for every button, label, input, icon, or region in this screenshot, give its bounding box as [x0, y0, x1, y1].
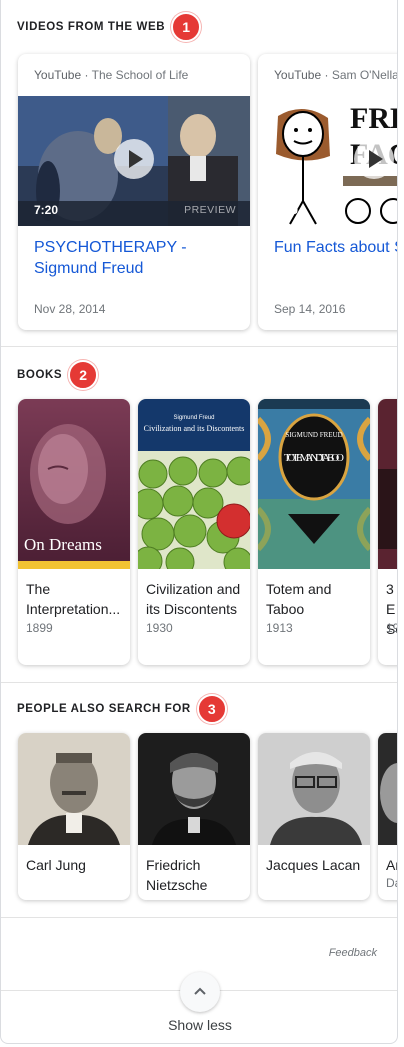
section-badge-3: 3 — [196, 694, 227, 724]
videos-section-title: VIDEOS FROM THE WEB — [17, 21, 166, 33]
divider — [1, 682, 397, 683]
book-card[interactable]: Sigmund Freud Civilization and its Disco… — [138, 399, 250, 665]
knowledge-panel: VIDEOS FROM THE WEB 1 YouTube · The Scho… — [0, 0, 398, 1044]
book-card[interactable]: On Dreams The Interpretation... 1899 — [18, 399, 130, 665]
video-duration: 7:20 — [34, 203, 59, 217]
books-section-header: BOOKS 2 — [17, 360, 99, 390]
show-less-button[interactable] — [180, 972, 220, 1012]
video-card[interactable]: YouTube · Sam O'Nella FRE FAC 3:40 Fun F… — [258, 54, 398, 330]
person-photo — [18, 733, 130, 845]
play-icon[interactable] — [354, 139, 394, 179]
video-date: Sep 14, 2016 — [274, 302, 346, 316]
chevron-up-icon — [194, 987, 206, 995]
book-card[interactable]: SIGMUND FREUD TOTEM AND TABOO Totem and … — [258, 399, 370, 665]
book-year: 1930 — [146, 621, 173, 635]
divider — [1, 346, 397, 347]
section-badge-2: 2 — [68, 360, 99, 390]
videos-section-header: VIDEOS FROM THE WEB 1 — [17, 12, 202, 42]
section-badge-1: 1 — [171, 12, 202, 42]
person-name: Jacques Lacan — [266, 857, 361, 873]
video-source: YouTube · The School of Life — [34, 68, 189, 82]
book-title: The Interpretation... — [26, 581, 121, 617]
book-cover-author: Sigmund Freud — [173, 415, 214, 421]
book-cover: On Dreams — [18, 399, 130, 569]
book-cover: Sigmund Freud Civilization and its Disco… — [138, 399, 250, 569]
book-cover-text: TOTEM AND TABOO — [284, 452, 344, 464]
book-year: 190 — [386, 621, 397, 635]
book-cover-author: SIGMUND FREUD — [285, 431, 342, 439]
show-less-label[interactable]: Show less — [1, 1017, 397, 1033]
video-source: YouTube · Sam O'Nella — [274, 68, 398, 82]
video-preview-label: PREVIEW — [184, 204, 236, 216]
person-card[interactable]: Friedrich Nietzsche — [138, 733, 250, 900]
svg-text:FRE: FRE — [350, 102, 398, 135]
person-card[interactable]: Carl Jung — [18, 733, 130, 900]
book-year: 1899 — [26, 621, 53, 635]
person-card[interactable]: Ann Dau — [378, 733, 397, 900]
video-card[interactable]: YouTube · The School of Life 7:20 PREVIE… — [18, 54, 250, 330]
book-title: Totem and Taboo — [266, 581, 332, 617]
person-name: Friedrich Nietzsche — [146, 857, 208, 893]
book-cover — [378, 399, 397, 569]
book-cover-text: On Dreams — [24, 535, 102, 554]
people-section-title: PEOPLE ALSO SEARCH FOR — [17, 703, 191, 715]
person-name: Carl Jung — [26, 857, 86, 873]
person-photo — [138, 733, 250, 845]
person-photo — [258, 733, 370, 845]
person-description: Dau — [386, 876, 397, 890]
divider — [1, 917, 397, 918]
person-card[interactable]: Jacques Lacan — [258, 733, 370, 900]
person-name: Ann — [386, 857, 397, 873]
book-year: 1913 — [266, 621, 293, 635]
book-cover-text: Civilization and its Discontents — [144, 424, 245, 433]
book-title: Civilization and its Discontents — [146, 581, 241, 617]
person-photo — [378, 733, 397, 845]
book-cover: SIGMUND FREUD TOTEM AND TABOO — [258, 399, 370, 569]
people-section-header: PEOPLE ALSO SEARCH FOR 3 — [17, 694, 227, 724]
video-duration: 3:40 — [274, 203, 299, 217]
books-section-title: BOOKS — [17, 369, 63, 381]
video-date: Nov 28, 2014 — [34, 302, 106, 316]
play-icon[interactable] — [114, 139, 154, 179]
video-title-link[interactable]: PSYCHOTHERAPY - Sigmund Freud — [34, 237, 239, 279]
book-card[interactable]: 3 E Sex 190 — [378, 399, 397, 665]
video-title-link[interactable]: Fun Facts about S Freud — [274, 237, 397, 258]
feedback-link[interactable]: Feedback — [329, 947, 377, 959]
